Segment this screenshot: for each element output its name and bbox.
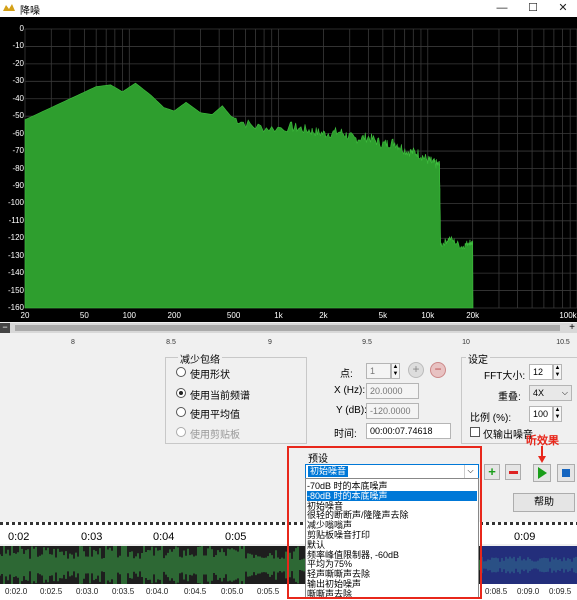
ruler-label: 9.5	[362, 339, 372, 346]
y-axis-label: -20	[12, 58, 24, 68]
x-axis-label: 20k	[466, 311, 480, 320]
timeline-tick-label: 0:09.5	[549, 587, 572, 596]
timeline-tick-label: 0:05.0	[221, 587, 244, 596]
x-axis-label: 100	[122, 311, 136, 320]
arrow-down-icon	[538, 446, 546, 463]
envelope-title: 减少包络	[178, 351, 222, 366]
ratio-input[interactable]: 100	[529, 406, 553, 422]
overlap-select[interactable]: 4X ⌵	[529, 385, 572, 401]
y-axis-label: -50	[12, 111, 24, 121]
y-axis-label: -30	[12, 76, 24, 86]
ratio-spinner[interactable]: ▲ ▼	[553, 406, 562, 422]
y-axis-label: -40	[12, 93, 24, 103]
point-label: 点:	[340, 369, 353, 380]
x-axis-label: 500	[226, 311, 241, 320]
y-axis-label: 0	[19, 24, 24, 33]
spectrum-plot[interactable]	[0, 17, 577, 322]
spectrum-graph[interactable]: 0 -10 -20 -30 -40 -50 -60 -70 -80 -90 -100 -110 -120…	[0, 17, 577, 322]
chevron-down-icon: ⌵	[561, 388, 568, 397]
x-axis-label: 5k	[378, 311, 388, 320]
y-axis-label: -110	[8, 215, 24, 225]
x-axis-label: 50	[79, 311, 89, 320]
y-axis-label: -150	[7, 285, 24, 295]
window-title: 降噪	[20, 6, 40, 17]
fft-label: FFT大小:	[484, 371, 526, 382]
stop-button[interactable]	[557, 464, 575, 482]
y-input[interactable]: -120.0000	[366, 403, 419, 419]
x-axis-label: 200	[167, 311, 181, 320]
ruler-label: 8	[71, 339, 75, 346]
y-axis-label: -120	[7, 233, 24, 243]
timeline-tick-label: 0:03.0	[76, 587, 99, 596]
minus-icon	[509, 471, 518, 474]
output-noise-checkbox[interactable]	[470, 427, 480, 437]
add-point-icon[interactable]: +	[408, 362, 424, 378]
y-axis-label: -60	[12, 128, 24, 138]
ruler-label: 10.5	[556, 339, 570, 346]
timeline-tick-label: 0:05.5	[257, 587, 280, 596]
y-axis-label: -130	[7, 250, 24, 260]
play-icon	[538, 467, 547, 479]
ruler-label: 9	[268, 339, 272, 346]
fft-input[interactable]: 12	[529, 364, 553, 380]
y-label: Y (dB):	[336, 405, 367, 416]
y-axis-label: -80	[12, 163, 24, 173]
scroll-thumb[interactable]	[15, 325, 560, 331]
timeline-tick-label: 0:09.0	[517, 587, 540, 596]
add-preset-icon[interactable]: +	[484, 464, 500, 480]
y-axis-label: -90	[12, 180, 24, 190]
x-input[interactable]: 20.0000	[366, 383, 419, 399]
y-axis-label: -140	[7, 268, 24, 278]
x-axis-label: 10k	[421, 311, 435, 320]
zoom-in-button[interactable]: +	[567, 323, 577, 333]
app-logo-icon	[3, 4, 15, 11]
minimize-button[interactable]: —	[487, 0, 517, 17]
maximize-button[interactable]: ☐	[518, 0, 548, 17]
zoom-out-button[interactable]: −	[0, 323, 10, 333]
help-button[interactable]: 帮助	[513, 493, 575, 512]
timeline-label: 0:04	[153, 531, 175, 543]
x-label: X (Hz):	[334, 385, 366, 396]
x-axis-label: 100k	[559, 311, 577, 320]
stop-icon	[562, 469, 570, 477]
ratio-label: 比例 (%):	[470, 413, 512, 424]
fft-spinner[interactable]: ▲ ▼	[553, 364, 562, 380]
time-label: 时间:	[334, 429, 357, 440]
play-preview-button[interactable]	[533, 464, 551, 482]
selection-region[interactable]	[480, 546, 577, 584]
y-axis-label: -10	[12, 41, 24, 51]
y-axis-label: -70	[12, 146, 24, 156]
delete-preset-button[interactable]	[505, 464, 521, 480]
timeline-tick-label: 0:02.5	[40, 587, 63, 596]
close-button[interactable]: ✕	[548, 0, 577, 17]
settings-title: 设定	[466, 351, 490, 366]
time-ruler: 8 8.5 9 9.5 10 10.5	[0, 333, 577, 349]
timeline-label: 0:09	[514, 531, 536, 543]
timeline-tick-label: 0:04.5	[184, 587, 207, 596]
ruler-label: 8.5	[166, 339, 176, 346]
remove-point-icon[interactable]: −	[430, 362, 446, 378]
timeline-label: 0:03	[81, 531, 103, 543]
x-axis-label: 20	[20, 311, 30, 320]
x-axis-label: 2k	[319, 311, 328, 320]
y-axis-label: -100	[7, 198, 24, 208]
timeline-tick-label: 0:04.0	[146, 587, 169, 596]
point-spinner[interactable]: ▲ ▼	[391, 363, 400, 379]
timeline-label: 0:02	[8, 531, 30, 543]
overlap-label: 重叠:	[498, 392, 521, 403]
timeline-tick-label: 0:02.0	[5, 587, 28, 596]
timeline-label: 0:05	[225, 531, 247, 543]
x-axis-label: 1k	[274, 311, 283, 320]
timeline-tick-label: 0:03.5	[112, 587, 135, 596]
frequency-scrollbar[interactable]: − +	[0, 323, 577, 333]
timeline-tick-label: 0:08.5	[485, 587, 508, 596]
point-input[interactable]: 1	[366, 363, 391, 379]
time-input[interactable]: 00:00:07.74618	[366, 423, 451, 439]
title-bar: 降噪 — ☐ ✕	[0, 0, 577, 17]
annotation-highlight-box	[287, 446, 482, 599]
ruler-label: 10	[462, 339, 470, 346]
